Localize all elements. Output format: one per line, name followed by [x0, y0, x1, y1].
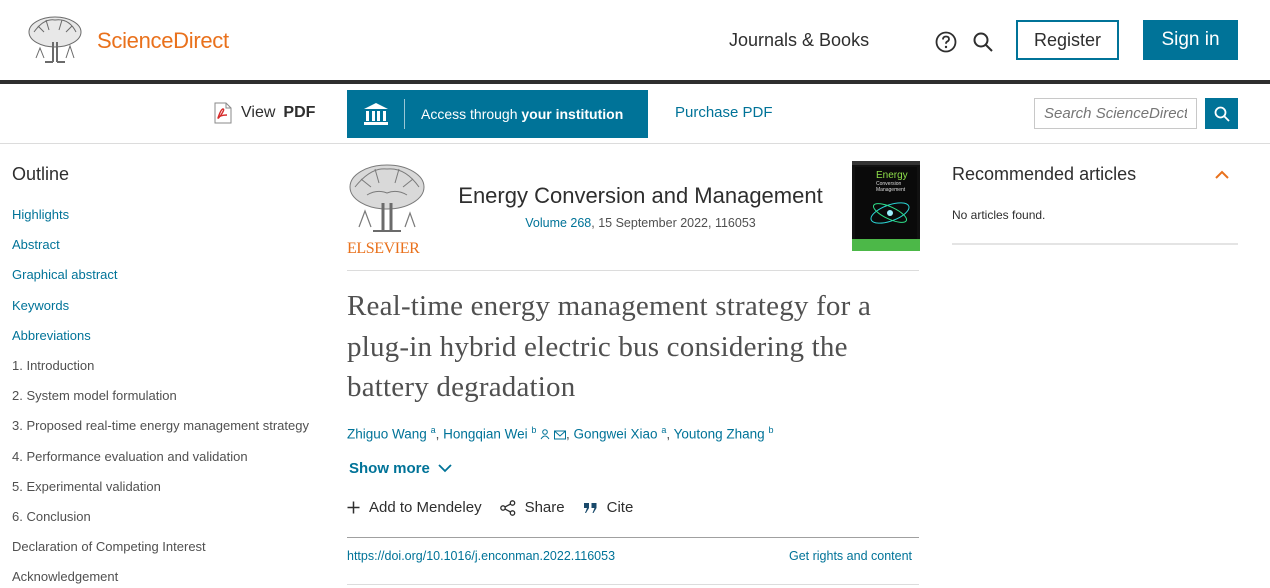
purchase-pdf-link[interactable]: Purchase PDF: [675, 104, 773, 121]
elsevier-publisher-logo[interactable]: ELSEVIER: [347, 161, 427, 257]
outline-item-highlights[interactable]: Highlights: [12, 207, 309, 237]
access-institution-button[interactable]: Access through your institution: [347, 90, 648, 138]
cite-label: Cite: [606, 499, 634, 516]
register-button[interactable]: Register: [1016, 20, 1119, 60]
cover-title-3: Management: [876, 187, 906, 193]
view-pdf-bold: PDF: [283, 104, 316, 121]
journal-title-link[interactable]: Energy Conversion and Management: [456, 183, 825, 209]
search-icon: [1214, 106, 1230, 122]
article-title: Real-time energy management strategy for…: [347, 290, 872, 403]
chevron-up-icon[interactable]: [1214, 168, 1230, 182]
view-pdf-link[interactable]: View PDF: [213, 102, 315, 124]
outline-item-abbreviations[interactable]: Abbreviations: [12, 328, 309, 358]
author-affiliation[interactable]: b: [768, 425, 773, 435]
journal-meta: Volume 268, 15 September 2022, 116053: [456, 216, 825, 230]
article-actions: Add to Mendeley Share Cite: [347, 499, 651, 516]
journal-cover-image[interactable]: Energy Conversion Management: [852, 161, 920, 251]
cover-title-1: Energy: [876, 170, 908, 181]
share-button[interactable]: Share: [499, 499, 565, 516]
sciencedirect-logo[interactable]: ScienceDirect: [97, 28, 229, 54]
access-institution-label: Access through your institution: [405, 106, 623, 122]
author-list: Zhiguo Wang a, Hongqian Wei b , Gongwei …: [347, 425, 774, 442]
sign-in-button[interactable]: Sign in: [1143, 20, 1238, 60]
access-prefix: Access through: [421, 106, 518, 122]
issue-info: , 15 September 2022, 116053: [591, 216, 756, 230]
elsevier-wordmark: ELSEVIER: [347, 240, 420, 257]
email-icon[interactable]: [553, 430, 566, 440]
elsevier-tree-logo-icon[interactable]: [26, 14, 84, 66]
institution-icon: [347, 99, 405, 129]
author-link[interactable]: Gongwei Xiao: [573, 427, 657, 442]
show-more-label: Show more: [349, 460, 430, 477]
share-label: Share: [524, 499, 565, 516]
elsevier-tree-icon: [349, 164, 425, 232]
outline-item-graphical-abstract[interactable]: Graphical abstract: [12, 267, 309, 297]
outline-item-introduction[interactable]: 1. Introduction: [12, 358, 309, 388]
search-sciencedirect-input[interactable]: [1034, 98, 1197, 129]
journals-books-link[interactable]: Journals & Books: [729, 30, 869, 51]
show-more-button[interactable]: Show more: [349, 460, 452, 477]
doi-link[interactable]: https://doi.org/10.1016/j.enconman.2022.…: [347, 549, 615, 563]
chevron-down-icon: [438, 464, 452, 473]
article-header-divider: [347, 270, 919, 271]
author-link[interactable]: Hongqian Wei: [443, 427, 528, 442]
outline-item-acknowledgement[interactable]: Acknowledgement: [12, 569, 309, 588]
author-link[interactable]: Zhiguo Wang: [347, 427, 427, 442]
pdf-file-icon: [214, 102, 232, 124]
outline-list: Highlights Abstract Graphical abstract K…: [12, 207, 309, 588]
add-to-mendeley-button[interactable]: Add to Mendeley: [347, 499, 482, 516]
outline-item-performance[interactable]: 4. Performance evaluation and validation: [12, 449, 309, 479]
access-bold: your institution: [521, 106, 624, 122]
plus-icon: [347, 501, 360, 514]
doi-divider: [347, 537, 919, 538]
outline-heading: Outline: [12, 164, 70, 184]
search-icon[interactable]: [972, 31, 994, 53]
outline-item-conclusion[interactable]: 6. Conclusion: [12, 509, 309, 539]
outline-item-experimental[interactable]: 5. Experimental validation: [12, 479, 309, 509]
section-divider: [347, 584, 919, 585]
view-pdf-prefix: View: [241, 104, 276, 121]
recommended-divider: [952, 243, 1238, 245]
site-header: ScienceDirect Journals & Books Register …: [0, 0, 1270, 80]
recommended-articles-heading[interactable]: Recommended articles: [952, 164, 1136, 185]
cite-button[interactable]: Cite: [583, 499, 634, 516]
outline-item-proposed-strategy[interactable]: 3. Proposed real-time energy management …: [12, 418, 309, 448]
quote-icon: [583, 502, 597, 513]
outline-item-competing-interest[interactable]: Declaration of Competing Interest: [12, 539, 309, 569]
question-circle-icon[interactable]: [935, 31, 957, 53]
person-icon[interactable]: [540, 428, 550, 440]
volume-link[interactable]: Volume 268: [525, 216, 591, 230]
outline-item-system-model[interactable]: 2. System model formulation: [12, 388, 309, 418]
get-rights-link[interactable]: Get rights and content: [789, 549, 912, 563]
author-affiliation[interactable]: b: [531, 425, 536, 435]
mendeley-label: Add to Mendeley: [369, 499, 482, 516]
outline-item-keywords[interactable]: Keywords: [12, 298, 309, 328]
outline-item-abstract[interactable]: Abstract: [12, 237, 309, 267]
no-articles-message: No articles found.: [952, 208, 1046, 222]
share-icon: [499, 499, 515, 516]
article-toolbar: View PDF Access through your institution …: [0, 84, 1270, 144]
search-submit-button[interactable]: [1205, 98, 1238, 129]
author-link[interactable]: Youtong Zhang: [674, 427, 765, 442]
